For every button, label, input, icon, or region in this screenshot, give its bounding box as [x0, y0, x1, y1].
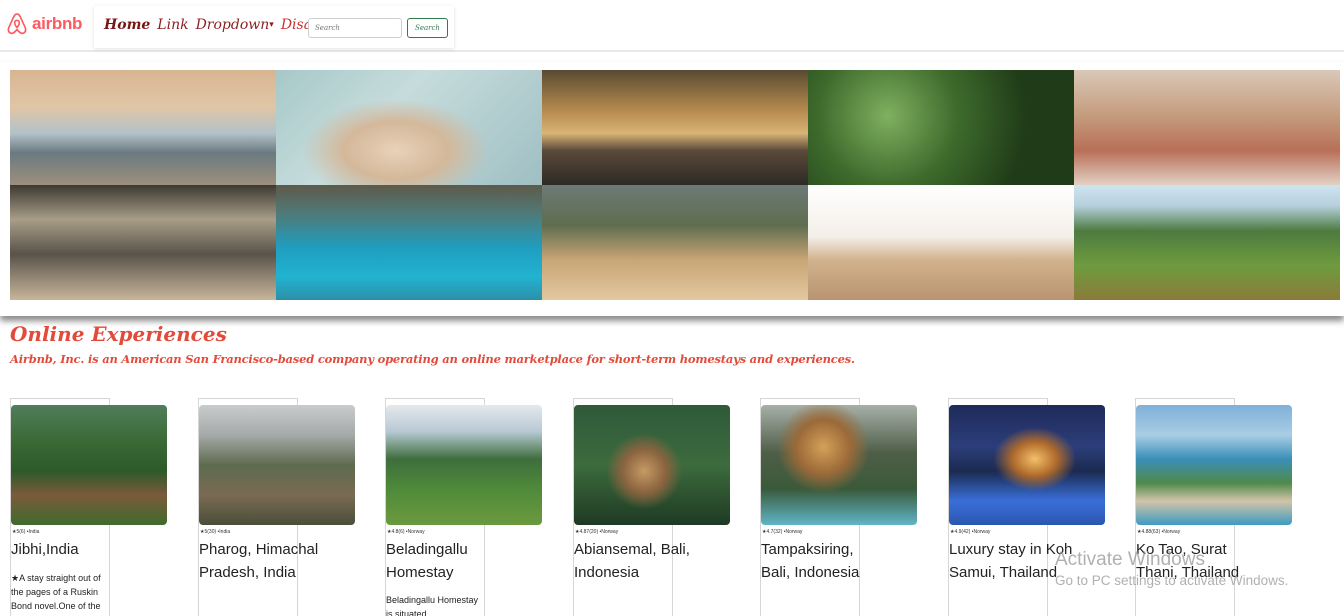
card-image[interactable]	[199, 405, 355, 525]
section-subtitle: Airbnb, Inc. is an American San Francisc…	[10, 352, 855, 366]
card-image[interactable]	[761, 405, 917, 525]
watermark-title: Activate Windows	[1055, 549, 1205, 570]
experience-card-abiansemal[interactable]: ★4.87(20) •Norway Abiansemal, Bali, Indo…	[573, 398, 730, 616]
card-image[interactable]	[1136, 405, 1292, 525]
nav-link-home[interactable]: Home	[104, 17, 150, 33]
dropdown-label: Dropdown	[195, 17, 270, 33]
card-title[interactable]: Beladingallu Homestay	[386, 539, 510, 584]
card-description: ★A stay straight out of the pages of a R…	[11, 573, 101, 611]
section-title: Online Experiences	[10, 322, 227, 346]
hero-image-grid	[10, 70, 1340, 300]
nav-link-link[interactable]: Link	[157, 17, 188, 33]
card-rating: ★5(6) •India	[12, 529, 40, 535]
card-image[interactable]	[574, 405, 730, 525]
caret-down-icon: ▾	[269, 20, 274, 30]
airbnb-logo-icon	[7, 13, 27, 35]
hero-banner	[0, 62, 1344, 316]
card-description: Beladingallu Homestay is situated	[386, 595, 479, 616]
card-rating: ★4.88(63) •Norway	[1137, 529, 1181, 535]
card-rating: ★4.9(42) •Norway	[950, 529, 991, 535]
card-rating: ★4.8(6) •Norway	[387, 529, 425, 535]
hero-image-friends-cooking	[1074, 70, 1340, 185]
hero-image-green-countryside	[1074, 185, 1340, 300]
card-rating: ★4.7(32) •Norway	[762, 529, 803, 535]
search-button[interactable]: Search	[407, 18, 448, 38]
experience-card-koh-samui[interactable]: ★4.9(42) •Norway Luxury stay in Koh Samu…	[948, 398, 1105, 616]
experience-card-beladingallu[interactable]: ★4.8(6) •Norway Beladingallu Homestay Be…	[385, 398, 542, 616]
hero-image-sunset-over-water	[542, 70, 808, 185]
experience-card-pharog[interactable]: ★5(30) •India Pharog, Himachal Pradesh, …	[198, 398, 355, 616]
experience-card-jibhi[interactable]: ★5(6) •India Jibhi,India ★A stay straigh…	[10, 398, 167, 616]
card-rating: ★5(30) •India	[200, 529, 231, 535]
card-image[interactable]	[949, 405, 1105, 525]
card-title[interactable]: Tampaksiring, Bali, Indonesia	[761, 539, 885, 584]
hero-image-sand-texture	[10, 185, 276, 300]
watermark-subtitle: Go to PC settings to activate Windows.	[1055, 573, 1289, 588]
hero-image-white-desert	[808, 185, 1074, 300]
navbar: airbnb Home Link Dropdown▾ Disabled Sear…	[0, 0, 1344, 52]
card-rating: ★4.87(20) •Norway	[575, 529, 619, 535]
hero-image-forest-path	[808, 70, 1074, 185]
nav-menu: Home Link Dropdown▾ Disabled Search	[94, 6, 454, 48]
nav-link-dropdown[interactable]: Dropdown▾	[196, 17, 274, 33]
hero-image-turquoise-bay-boats	[276, 185, 542, 300]
card-title[interactable]: Jibhi,India	[11, 539, 135, 562]
hero-image-hands-pouring-sand	[276, 70, 542, 185]
card-image[interactable]	[11, 405, 167, 525]
card-image[interactable]	[386, 405, 542, 525]
brand-logo[interactable]: airbnb	[6, 12, 82, 36]
hero-image-desert-dunes	[10, 70, 276, 185]
card-title[interactable]: Pharog, Himachal Pradesh, India	[199, 539, 323, 584]
search-input[interactable]	[308, 18, 402, 38]
windows-activation-watermark: Activate Windows Go to PC settings to ac…	[1055, 548, 1288, 590]
experience-card-tampaksiring[interactable]: ★4.7(32) •Norway Tampaksiring, Bali, Ind…	[760, 398, 917, 616]
card-title[interactable]: Abiansemal, Bali, Indonesia	[574, 539, 698, 584]
hero-image-mountain-trail-walk	[542, 185, 808, 300]
brand-name: airbnb	[32, 14, 83, 33]
